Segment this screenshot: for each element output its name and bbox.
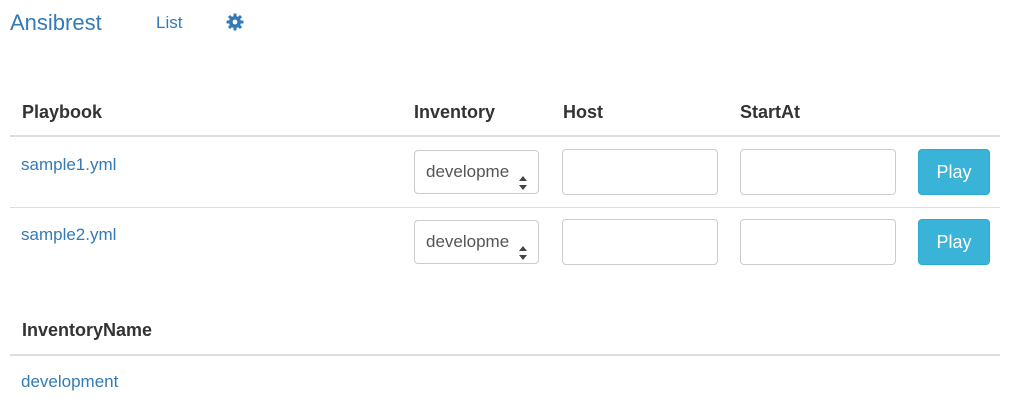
inventory-header-divider	[10, 354, 1000, 356]
header-inventory-name: InventoryName	[22, 320, 153, 340]
inventories-table: InventoryName development	[10, 0, 1000, 412]
inventory-link[interactable]: development	[21, 372, 118, 392]
